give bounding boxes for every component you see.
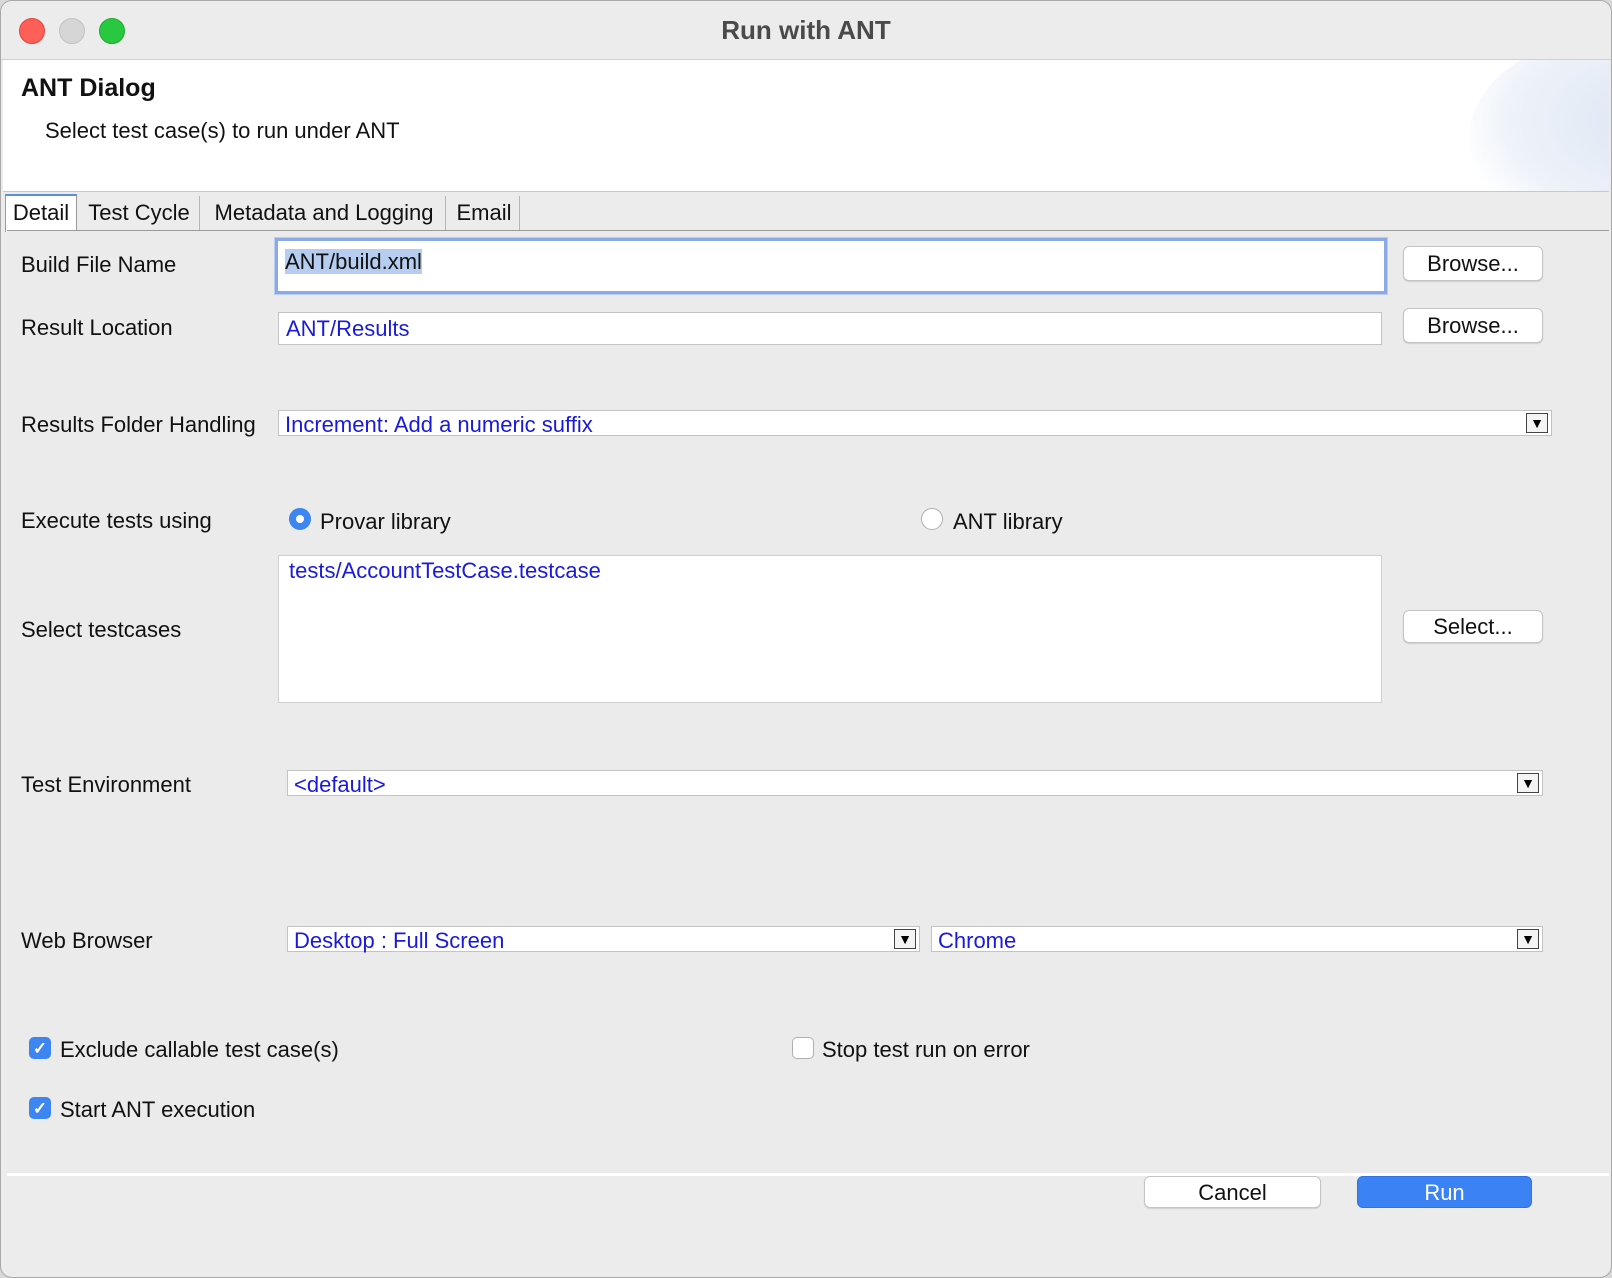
browser-resolution-value: Desktop : Full Screen — [294, 928, 505, 953]
ant-library-label[interactable]: ANT library — [953, 509, 1063, 535]
exclude-callable-label[interactable]: Exclude callable test case(s) — [60, 1037, 339, 1063]
browser-type-dropdown[interactable]: Chrome ▼ — [931, 926, 1543, 953]
tab-metadata-and-logging[interactable]: Metadata and Logging — [203, 196, 446, 230]
start-ant-execution-checkbox[interactable]: ✓ — [29, 1097, 51, 1119]
test-environment-dropdown[interactable]: <default> ▼ — [287, 770, 1543, 797]
result-location-value: ANT/Results — [286, 316, 410, 341]
tab-test-cycle[interactable]: Test Cycle — [79, 196, 200, 230]
detail-panel: Build File Name ANT/build.xml Browse... … — [7, 230, 1609, 1176]
build-file-name-value: ANT/build.xml — [285, 249, 422, 274]
results-folder-handling-dropdown[interactable]: Increment: Add a numeric suffix ▼ — [278, 410, 1552, 437]
test-environment-label: Test Environment — [21, 772, 191, 797]
select-testcases-label: Select testcases — [21, 617, 182, 642]
title-bar: Run with ANT — [1, 1, 1611, 60]
tab-email[interactable]: Email — [449, 196, 520, 230]
build-file-name-label: Build File Name — [21, 252, 177, 277]
cancel-button[interactable]: Cancel — [1144, 1176, 1321, 1208]
tab-detail[interactable]: Detail — [5, 194, 77, 232]
build-file-name-input[interactable]: ANT/build.xml — [275, 238, 1387, 294]
dialog-header: ANT Dialog Select test case(s) to run un… — [3, 60, 1609, 192]
start-ant-execution-label[interactable]: Start ANT execution — [60, 1097, 255, 1123]
test-environment-value: <default> — [294, 772, 386, 797]
result-location-browse-button[interactable]: Browse... — [1403, 308, 1543, 343]
header-decoration — [1469, 60, 1609, 191]
window-title: Run with ANT — [721, 15, 891, 45]
run-button[interactable]: Run — [1357, 1176, 1532, 1208]
testcases-list[interactable]: tests/AccountTestCase.testcase — [278, 555, 1382, 703]
browser-type-value: Chrome — [938, 928, 1017, 953]
build-file-browse-button[interactable]: Browse... — [1403, 246, 1543, 281]
select-testcases-button[interactable]: Select... — [1403, 610, 1543, 643]
exclude-callable-checkbox[interactable]: ✓ — [29, 1037, 51, 1059]
chevron-down-icon: ▼ — [1526, 413, 1548, 433]
chevron-down-icon: ▼ — [894, 929, 916, 949]
execute-tests-using-label: Execute tests using — [21, 508, 212, 533]
stop-on-error-checkbox[interactable] — [792, 1037, 814, 1059]
stop-on-error-label[interactable]: Stop test run on error — [822, 1037, 1030, 1063]
provar-library-radio[interactable] — [289, 508, 311, 530]
result-location-input[interactable]: ANT/Results — [278, 312, 1382, 345]
chevron-down-icon: ▼ — [1517, 773, 1539, 793]
provar-library-label[interactable]: Provar library — [320, 509, 451, 535]
run-with-ant-window: Run with ANT ANT Dialog Select test case… — [0, 0, 1612, 1278]
ant-library-radio[interactable] — [921, 508, 943, 530]
browser-resolution-dropdown[interactable]: Desktop : Full Screen ▼ — [287, 926, 920, 953]
web-browser-label: Web Browser — [21, 928, 153, 953]
results-folder-handling-label: Results Folder Handling — [21, 412, 256, 437]
results-folder-handling-value: Increment: Add a numeric suffix — [285, 412, 593, 437]
result-location-label: Result Location — [21, 315, 173, 340]
list-item[interactable]: tests/AccountTestCase.testcase — [289, 558, 601, 584]
chevron-down-icon: ▼ — [1517, 929, 1539, 949]
dialog-description: Select test case(s) to run under ANT — [45, 118, 400, 143]
dialog-title: ANT Dialog — [21, 74, 156, 102]
